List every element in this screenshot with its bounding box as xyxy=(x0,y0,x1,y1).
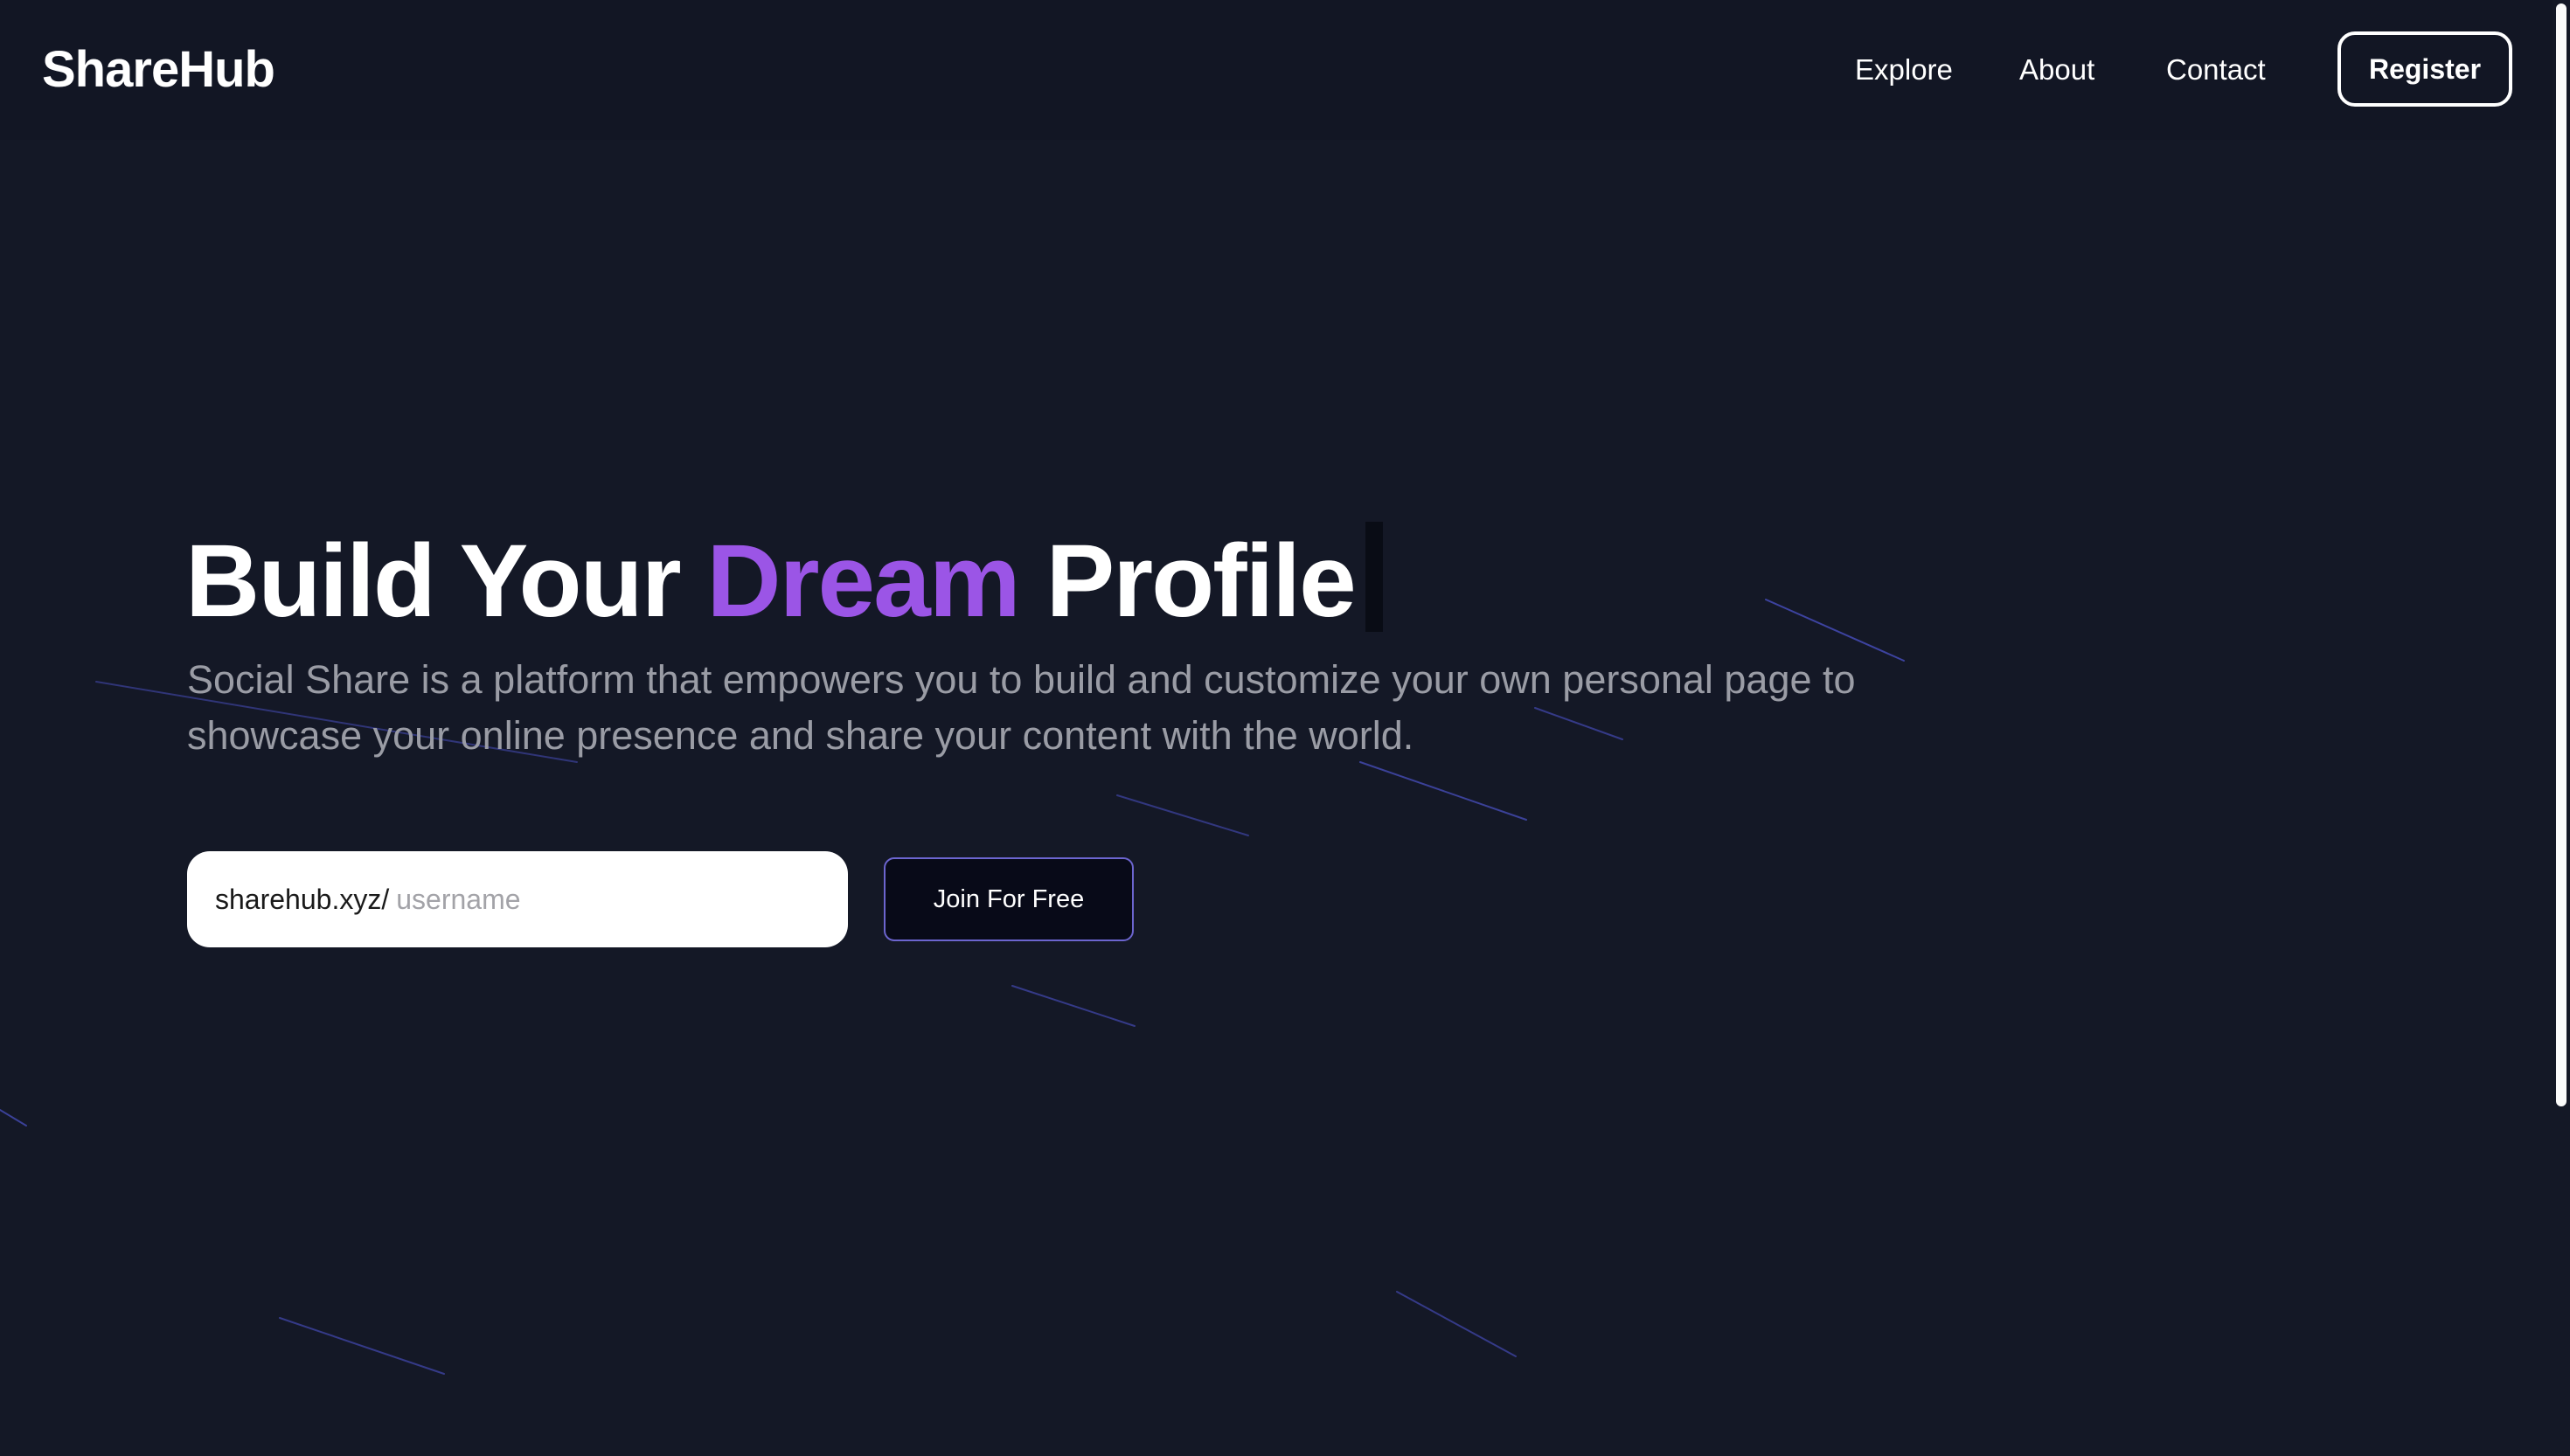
hero-title-start: Build Your xyxy=(185,523,707,639)
url-prefix: sharehub.xyz/ xyxy=(215,883,390,915)
join-for-free-button[interactable]: Join For Free xyxy=(884,857,1134,941)
nav-link-about[interactable]: About xyxy=(2019,52,2094,87)
typing-caret xyxy=(1365,522,1383,632)
background-streak xyxy=(1396,1291,1517,1357)
register-button[interactable]: Register xyxy=(2337,31,2512,107)
logo[interactable]: ShareHub xyxy=(42,37,275,103)
background-streak xyxy=(0,1109,27,1127)
background-streak xyxy=(1116,794,1249,836)
background-streak xyxy=(1011,985,1136,1027)
background-streak xyxy=(1359,761,1527,821)
navbar: ShareHub Explore About Contact Register xyxy=(0,0,2553,140)
background-streak xyxy=(279,1317,445,1375)
nav-link-contact[interactable]: Contact xyxy=(2166,52,2266,87)
hero-title: Build Your Dream Profile xyxy=(185,516,1383,647)
page: ShareHub Explore About Contact Register … xyxy=(0,0,2570,1456)
username-url-input[interactable]: sharehub.xyz/ xyxy=(187,851,848,947)
hero-description: Social Share is a platform that empowers… xyxy=(187,657,1856,758)
username-field[interactable] xyxy=(389,883,764,916)
scrollbar-thumb[interactable] xyxy=(2556,3,2567,1106)
hero-title-end: Profile xyxy=(1018,523,1357,639)
hero-title-accent: Dream xyxy=(706,523,1020,639)
nav-link-explore[interactable]: Explore xyxy=(1855,52,1953,87)
